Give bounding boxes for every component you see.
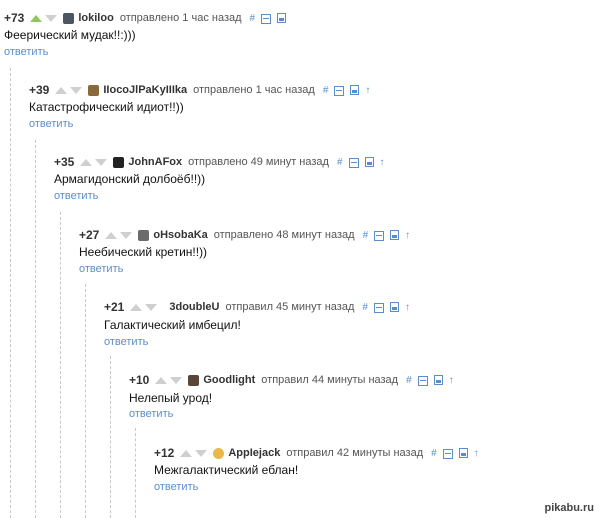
comment-meta: +21 3doubleU отправил 45 минут назад # ↑ — [104, 300, 416, 314]
permalink-icon[interactable]: # — [363, 230, 369, 241]
comment-text: Нелепый урод! — [129, 391, 213, 405]
comment-meta: +10 Goodlight отправил 44 минуты назад #… — [129, 373, 460, 387]
parent-arrow-icon[interactable]: ↑ — [380, 157, 385, 168]
comment-author[interactable]: 3doubleU — [169, 301, 219, 313]
thread-line — [110, 356, 111, 518]
comment-author[interactable]: oHsobaKa — [153, 229, 207, 241]
parent-arrow-icon[interactable]: ↑ — [365, 85, 370, 96]
avatar[interactable] — [88, 84, 100, 96]
save-icon[interactable] — [389, 302, 399, 312]
collapse-icon[interactable] — [374, 230, 385, 241]
save-icon[interactable] — [277, 13, 287, 23]
comment-score: +73 — [4, 11, 25, 25]
permalink-icon[interactable]: # — [323, 85, 329, 96]
permalink-icon[interactable]: # — [362, 302, 368, 313]
upvote-icon[interactable] — [55, 86, 68, 94]
downvote-icon[interactable] — [70, 86, 83, 94]
collapse-icon[interactable] — [348, 157, 359, 168]
upvote-icon[interactable] — [180, 449, 193, 457]
save-icon[interactable] — [364, 157, 374, 167]
parent-arrow-icon[interactable]: ↑ — [474, 448, 479, 459]
downvote-icon[interactable] — [145, 303, 158, 311]
comment-time: отправлено 1 час назад — [193, 84, 315, 96]
comment-score: +35 — [54, 155, 75, 169]
reply-link[interactable]: ответить — [104, 336, 148, 348]
permalink-icon[interactable]: # — [406, 375, 412, 386]
upvote-icon[interactable] — [80, 158, 93, 166]
comment-text: Катастрофический идиот!!)) — [29, 100, 184, 114]
avatar[interactable] — [188, 374, 200, 386]
comment-text: Галактический имбецил! — [104, 318, 241, 332]
collapse-icon[interactable] — [334, 85, 345, 96]
avatar[interactable] — [63, 12, 75, 24]
collapse-icon[interactable] — [261, 13, 272, 24]
site-watermark: pikabu.ru — [544, 502, 594, 514]
comment-score: +12 — [154, 446, 175, 460]
upvote-icon[interactable] — [155, 376, 168, 384]
downvote-icon[interactable] — [120, 231, 133, 239]
parent-arrow-icon[interactable]: ↑ — [449, 375, 454, 386]
comment-meta: +39 IIocoJlPaKyIIIka отправлено 1 час на… — [29, 83, 376, 97]
comment-time: отправил 45 минут назад — [225, 301, 355, 313]
save-icon[interactable] — [458, 448, 468, 458]
comment-score: +27 — [79, 228, 100, 242]
save-icon[interactable] — [390, 230, 400, 240]
upvote-icon[interactable] — [30, 14, 43, 22]
comment-score: +10 — [129, 373, 150, 387]
comment-time: отправлено 48 минут назад — [213, 229, 355, 241]
downvote-icon[interactable] — [95, 158, 108, 166]
downvote-icon[interactable] — [45, 14, 58, 22]
thread-line — [60, 212, 61, 518]
thread-line — [135, 428, 136, 518]
reply-link[interactable]: ответить — [129, 408, 173, 420]
comment-time: отправил 44 минуты назад — [261, 374, 399, 386]
comment-meta: +35 JohnAFox отправлено 49 минут назад #… — [54, 155, 391, 169]
downvote-icon[interactable] — [195, 449, 208, 457]
parent-arrow-icon[interactable]: ↑ — [405, 302, 410, 313]
reply-link[interactable]: ответить — [54, 190, 98, 202]
comment-meta: +12 AppIejack отправил 42 минуты назад #… — [154, 446, 485, 460]
comment-text: Межгалактический еблан! — [154, 463, 299, 477]
downvote-icon[interactable] — [170, 376, 183, 384]
reply-link[interactable]: ответить — [29, 118, 73, 130]
comment-time: отправлено 49 минут назад — [188, 156, 329, 168]
comment-meta: +73 lokiloo отправлено 1 час назад # — [4, 11, 292, 25]
save-icon[interactable] — [350, 85, 360, 95]
avatar[interactable] — [213, 447, 225, 459]
parent-arrow-icon[interactable]: ↑ — [405, 230, 410, 241]
save-icon[interactable] — [433, 375, 443, 385]
comment-score: +39 — [29, 83, 50, 97]
thread-line — [35, 140, 36, 518]
permalink-icon[interactable]: # — [250, 13, 256, 24]
thread-line — [10, 68, 11, 518]
comment-author[interactable]: lokiloo — [78, 12, 113, 24]
comment-text: Армагидонский долбоёб!!)) — [54, 172, 206, 186]
comment-author[interactable]: Goodlight — [203, 374, 255, 386]
reply-link[interactable]: ответить — [79, 263, 123, 275]
comment-text: Неебический кретин!!)) — [79, 245, 208, 259]
permalink-icon[interactable]: # — [431, 448, 437, 459]
comment-time: отправил 42 минуты назад — [286, 447, 424, 459]
permalink-icon[interactable]: # — [337, 157, 343, 168]
avatar[interactable] — [138, 229, 150, 241]
reply-link[interactable]: ответить — [4, 46, 48, 58]
collapse-icon[interactable] — [442, 448, 453, 459]
collapse-icon[interactable] — [417, 375, 428, 386]
collapse-icon[interactable] — [373, 302, 384, 313]
comment-text: Феерический мудак!!:))) — [4, 28, 136, 42]
avatar[interactable] — [113, 156, 125, 168]
thread-line — [85, 284, 86, 518]
comment-score: +21 — [104, 300, 125, 314]
comment-author[interactable]: IIocoJlPaKyIIIka — [103, 84, 187, 96]
comment-time: отправлено 1 час назад — [119, 12, 242, 24]
reply-link[interactable]: ответить — [154, 481, 198, 493]
comment-author[interactable]: AppIejack — [228, 447, 280, 459]
upvote-icon[interactable] — [130, 303, 143, 311]
comment-author[interactable]: JohnAFox — [128, 156, 182, 168]
upvote-icon[interactable] — [105, 231, 118, 239]
comment-meta: +27 oHsobaKa отправлено 48 минут назад #… — [79, 228, 416, 242]
